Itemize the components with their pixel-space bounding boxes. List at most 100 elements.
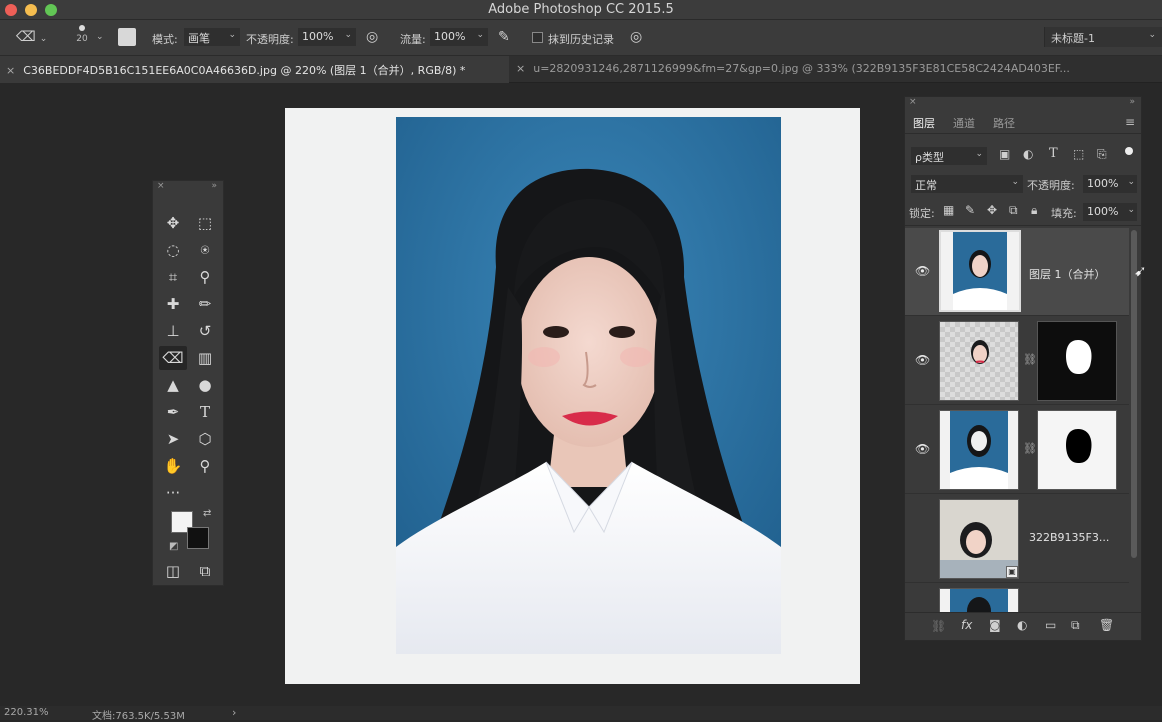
layer-row[interactable]: 👁︎ 图层 1（合并）	[905, 228, 1129, 316]
tab-paths[interactable]: 路径	[993, 115, 1015, 131]
eye-icon[interactable]: 👁︎	[915, 442, 930, 456]
link-icon[interactable]: ⛓︎	[1023, 353, 1037, 366]
healing-brush-tool-icon[interactable]: ✚	[159, 292, 187, 316]
move-tool-icon[interactable]: ✥	[159, 211, 187, 235]
panel-close-icon[interactable]: ×	[909, 97, 917, 107]
chevron-down-icon: ⌄	[1148, 30, 1156, 40]
eraser-tool-preset-icon[interactable]: ⌫ ⌄	[16, 29, 47, 45]
link-layers-icon[interactable]: ⛓︎	[931, 619, 946, 633]
path-selection-tool-icon[interactable]: ➤	[159, 427, 187, 451]
blur-tool-icon[interactable]: ▲	[159, 373, 187, 397]
lasso-tool-icon[interactable]: ◌	[159, 238, 187, 262]
flow-label: 流量:	[400, 33, 426, 46]
layer-row[interactable]	[905, 584, 1129, 612]
blend-mode-select[interactable]: 正常 ⌄	[911, 175, 1023, 193]
document-tab-active[interactable]: × C36BEDDF4D5B16C151EE6A0C0A46636D.jpg @ …	[0, 56, 509, 83]
document-tab[interactable]: × u=2820931246,2871126999&fm=27&gp=0.jpg …	[510, 56, 1162, 83]
shape-filter-icon[interactable]: ⬚	[1073, 147, 1084, 161]
chevron-down-icon[interactable]: ⌄	[96, 32, 104, 42]
lock-artboard-icon[interactable]: ⧉	[1009, 203, 1018, 218]
brush-panel-toggle-icon[interactable]	[118, 28, 136, 46]
fx-icon[interactable]: fx	[961, 618, 972, 632]
dodge-tool-icon[interactable]: ●	[191, 373, 219, 397]
close-icon[interactable]: ×	[516, 62, 525, 75]
adjustment-filter-icon[interactable]: ◐	[1023, 147, 1033, 161]
airbrush-icon[interactable]: ✎	[498, 29, 510, 45]
layer-thumbnail[interactable]	[939, 230, 1021, 312]
layer-name[interactable]: 322B9135F3...	[1029, 531, 1109, 544]
eraser-tool-icon[interactable]: ⌫	[159, 346, 187, 370]
screen-mode-icon[interactable]: ⧉	[191, 559, 219, 583]
smart-object-filter-icon[interactable]: ⎘	[1097, 147, 1107, 162]
marquee-tool-icon[interactable]: ⬚	[191, 211, 219, 235]
folder-icon[interactable]: ▭	[1045, 618, 1056, 632]
more-tools-icon[interactable]: ···	[159, 481, 187, 505]
opacity-field[interactable]: 100% ⌄	[298, 28, 356, 46]
background-color-swatch[interactable]	[187, 527, 209, 549]
trash-icon[interactable]: 🗑︎	[1099, 618, 1114, 632]
lock-all-icon[interactable]: 🔒︎	[1031, 203, 1037, 218]
tab-layers[interactable]: 图层	[913, 115, 935, 131]
panel-collapse-icon[interactable]: »	[211, 181, 217, 191]
layer-row[interactable]: ▣ 322B9135F3...	[905, 495, 1129, 583]
add-mask-icon[interactable]: ◙	[989, 618, 1001, 632]
layer-name[interactable]: 图层 1（合并）	[1029, 266, 1106, 282]
history-checkbox[interactable]	[532, 32, 543, 43]
layer-row[interactable]: 👁︎ ⛓︎	[905, 317, 1129, 405]
history-brush-tool-icon[interactable]: ↺	[191, 319, 219, 343]
blend-mode-value: 正常	[915, 179, 937, 192]
lock-image-icon[interactable]: ✎	[965, 203, 975, 217]
gradient-tool-icon[interactable]: ▥	[191, 346, 219, 370]
adjustment-layer-icon[interactable]: ◐	[1017, 618, 1027, 632]
type-filter-icon[interactable]: T	[1049, 146, 1058, 161]
new-layer-icon[interactable]: ⧉	[1071, 618, 1080, 633]
crop-tool-icon[interactable]: ⌗	[159, 265, 187, 289]
default-colors-icon[interactable]: ◩	[169, 541, 178, 552]
filter-toggle-icon[interactable]	[1125, 147, 1133, 155]
flow-field[interactable]: 100% ⌄	[430, 28, 488, 46]
layer-thumbnail[interactable]	[939, 410, 1019, 490]
quick-mask-icon[interactable]: ◫	[159, 559, 187, 583]
shape-tool-icon[interactable]: ⬡	[191, 427, 219, 451]
pen-tool-icon[interactable]: ✒	[159, 400, 187, 424]
lock-position-icon[interactable]: ✥	[987, 203, 997, 217]
eye-icon[interactable]: 👁︎	[915, 353, 930, 367]
panel-close-icon[interactable]: ×	[157, 181, 165, 191]
pixel-filter-icon[interactable]: ▣	[999, 147, 1010, 161]
eye-icon[interactable]: 👁︎	[915, 264, 930, 278]
panel-collapse-icon[interactable]: »	[1129, 97, 1135, 107]
pressure-size-icon[interactable]: ◎	[630, 29, 642, 45]
hand-tool-icon[interactable]: ✋	[159, 454, 187, 478]
flow-value: 100%	[434, 30, 466, 43]
tab-channels[interactable]: 通道	[953, 115, 975, 131]
fill-field[interactable]: 100% ⌄	[1083, 203, 1137, 221]
link-icon[interactable]: ⛓︎	[1023, 442, 1037, 455]
layer-thumbnail[interactable]	[939, 321, 1019, 401]
layer-mask-thumbnail[interactable]	[1037, 321, 1117, 401]
chevron-right-icon[interactable]: ›	[232, 706, 236, 719]
document-select[interactable]: 未标题-1 ⌄	[1044, 27, 1162, 47]
brush-size-picker[interactable]: 20	[72, 25, 92, 44]
eyedropper-tool-icon[interactable]: ⚲	[191, 265, 219, 289]
close-icon[interactable]: ×	[6, 64, 15, 77]
smart-object-badge-icon: ▣	[1006, 566, 1018, 578]
brush-tool-icon[interactable]: ✏	[191, 292, 219, 316]
type-tool-icon[interactable]: T	[191, 400, 219, 424]
swap-colors-icon[interactable]: ⇄	[203, 508, 211, 519]
mode-select[interactable]: 画笔 ⌄	[184, 28, 240, 46]
chevron-down-icon: ⌄	[476, 30, 484, 40]
zoom-tool-icon[interactable]: ⚲	[191, 454, 219, 478]
clone-stamp-tool-icon[interactable]: ⊥	[159, 319, 187, 343]
layer-mask-thumbnail[interactable]	[1037, 410, 1117, 490]
layer-thumbnail[interactable]: ▣	[939, 499, 1019, 579]
pressure-opacity-icon[interactable]: ◎	[366, 29, 378, 45]
fill-label: 填充:	[1051, 207, 1077, 220]
panel-menu-icon[interactable]: ≡	[1125, 115, 1135, 129]
lock-transparent-icon[interactable]: ▦	[943, 203, 954, 217]
layer-opacity-field[interactable]: 100% ⌄	[1083, 175, 1137, 193]
layer-thumbnail[interactable]	[939, 588, 1019, 612]
quick-selection-tool-icon[interactable]: ⍟	[191, 238, 219, 262]
zoom-level[interactable]: 220.31%	[4, 707, 49, 718]
layer-filter-select[interactable]: ρ类型 ⌄	[911, 147, 987, 165]
layer-row[interactable]: 👁︎ ⛓︎	[905, 406, 1129, 494]
